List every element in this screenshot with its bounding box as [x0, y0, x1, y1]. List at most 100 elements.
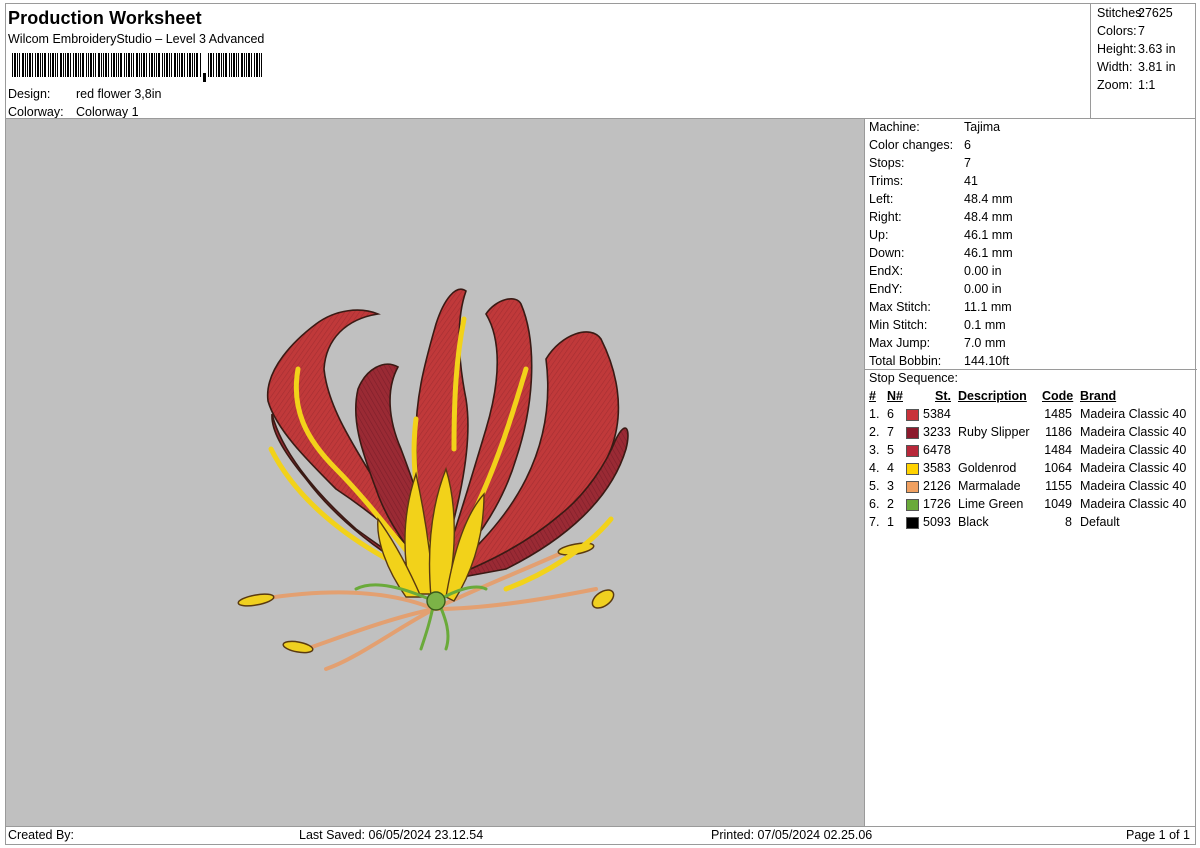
barcode-bar [158, 53, 160, 77]
height-row: Height:3.63 in [1097, 42, 1176, 56]
barcode-bar [65, 53, 66, 77]
info-label: Right: [869, 210, 902, 224]
zoom-label: Zoom: [1097, 78, 1133, 92]
info-value: 7 [964, 156, 971, 170]
barcode-bar [218, 53, 220, 77]
barcode-bar [256, 53, 258, 77]
barcode-bar [105, 53, 107, 77]
stop-row: 4. 4 3583 Goldenrod 1064 Madeira Classic 40 [865, 461, 1197, 479]
width-label: Width: [1097, 60, 1133, 74]
thread-code: 1064 [1044, 461, 1072, 475]
page-title: Production Worksheet [8, 8, 202, 28]
color-swatch [906, 517, 919, 529]
stop-sequence-title: Stop Sequence: [869, 371, 958, 385]
stop-num: 6. [869, 497, 880, 511]
stop-num: 2. [869, 425, 880, 439]
barcode-bar [35, 53, 36, 77]
info-row: Max Jump: 7.0 mm [869, 336, 1006, 354]
barcode-bar [78, 53, 79, 77]
barcode-bar [131, 53, 132, 77]
barcode-bar [177, 53, 178, 77]
flower-embroidery-image [237, 288, 629, 671]
stitch-count: 5384 [923, 407, 951, 421]
barcode-bar [241, 53, 243, 77]
stop-row: 5. 3 2126 Marmalade 1155 Madeira Classic 40 [865, 479, 1197, 497]
barcode-bar [27, 53, 28, 77]
barcode-bar [120, 53, 122, 77]
barcode-bar [63, 53, 64, 77]
info-row: Color changes: 6 [869, 138, 971, 156]
info-label: Left: [869, 192, 894, 206]
col-header-description: Description [958, 389, 1027, 403]
thread-brand: Madeira Classic 40 [1080, 461, 1187, 475]
barcode-bar [151, 53, 153, 77]
barcode-bar [200, 53, 201, 77]
barcode-bar [251, 53, 252, 77]
info-label: Trims: [869, 174, 904, 188]
barcode-bar [14, 53, 16, 77]
barcode-bar [93, 53, 94, 77]
barcode-bar [166, 53, 168, 77]
stitch-count: 3233 [923, 425, 951, 439]
stop-num: 5. [869, 479, 880, 493]
zoom-value: 1:1 [1138, 78, 1156, 92]
info-value: 41 [964, 174, 978, 188]
barcode-bar [162, 53, 163, 77]
info-row: Max Stitch: 11.1 mm [869, 300, 1012, 318]
barcode-bar [32, 53, 33, 77]
thread-code: 1186 [1045, 425, 1072, 439]
barcode-bar [48, 53, 49, 77]
barcode-bar [67, 53, 69, 77]
stop-num: 4. [869, 461, 880, 475]
barcode-bar [174, 53, 176, 77]
design-row: Design: red flower 3,8in [8, 87, 161, 101]
barcode-bar [221, 53, 222, 77]
barcode-bar [52, 53, 54, 77]
stop-row: 3. 5 6478 1484 Madeira Classic 40 [865, 443, 1197, 461]
barcode-bar [171, 53, 172, 77]
page-number: Page 1 of 1 [1126, 828, 1190, 842]
barcode-bar [233, 53, 235, 77]
needle-number: 6 [887, 407, 894, 421]
barcode-bar [103, 53, 104, 77]
barcode-bar [236, 53, 237, 77]
info-panel: Machine: Tajima Color changes: 6 Stops: 7 Trim… [864, 119, 1197, 826]
worksheet-footer: Created By: Last Saved: 06/05/2024 23.12… [6, 826, 1196, 844]
needle-number: 1 [887, 515, 894, 529]
info-value: 6 [964, 138, 971, 152]
barcode-bar [133, 53, 134, 77]
thread-brand: Madeira Classic 40 [1080, 497, 1187, 511]
printed-date: Printed: 07/05/2024 02.25.06 [711, 828, 873, 842]
col-header-brand: Brand [1080, 389, 1117, 403]
barcode-bar [86, 53, 87, 77]
stop-row: 7. 1 5093 Black 8 Default [865, 515, 1197, 533]
thread-brand: Madeira Classic 40 [1080, 443, 1187, 457]
barcode-bar [179, 53, 180, 77]
design-value: red flower 3,8in [76, 87, 162, 101]
colorway-label: Colorway: [8, 105, 64, 119]
color-swatch [906, 427, 919, 439]
barcode-bar [80, 53, 81, 77]
info-label: Stops: [869, 156, 905, 170]
barcode-bar [231, 53, 232, 77]
flower-base [426, 591, 446, 611]
info-value: 46.1 mm [964, 246, 1013, 260]
barcode-bar [223, 53, 224, 77]
barcode-bar [225, 53, 227, 77]
barcode-bar [55, 53, 56, 77]
barcode-bar [70, 53, 71, 77]
barcode-bar [98, 53, 100, 77]
info-row: Machine: Tajima [869, 120, 1000, 138]
barcode-bar [181, 53, 183, 77]
info-label: Machine: [869, 120, 920, 134]
stitches-value: 27625 [1138, 6, 1173, 20]
stitch-count: 6478 [923, 443, 951, 457]
barcode-bar [25, 53, 26, 77]
stitch-count: 2126 [923, 479, 951, 493]
info-row: Up: 46.1 mm [869, 228, 1013, 246]
worksheet-header: Production Worksheet Wilcom EmbroiderySt… [6, 4, 1090, 119]
barcode-bar [12, 53, 13, 77]
col-header-st: St. [935, 389, 951, 403]
barcode [12, 53, 262, 82]
barcode-bar [40, 53, 41, 77]
